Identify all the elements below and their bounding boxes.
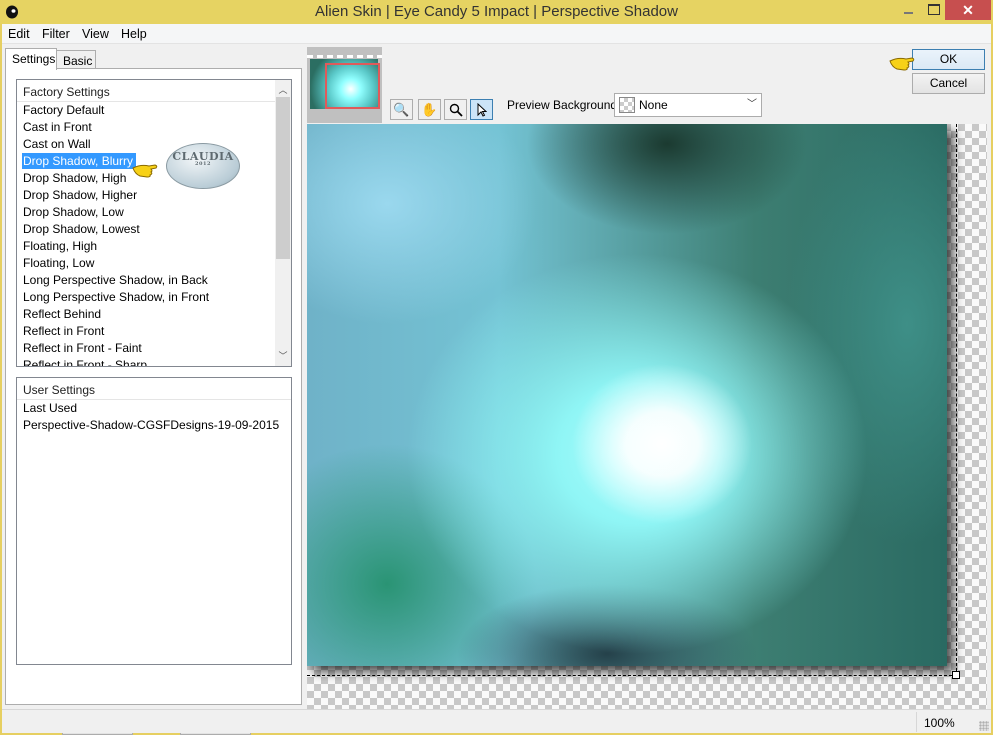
magnifier-paint-icon: 🔍 xyxy=(393,101,410,117)
hand-icon: ✋ xyxy=(421,101,438,117)
cancel-button[interactable]: Cancel xyxy=(912,73,985,94)
factory-setting-label: Drop Shadow, High xyxy=(23,171,127,185)
factory-setting-item[interactable]: Drop Shadow, Low xyxy=(17,204,291,221)
dialog-client: Edit Filter View Help Settings Basic Fac… xyxy=(2,24,991,735)
factory-setting-label: Reflect in Front - Sharp xyxy=(23,358,148,367)
user-setting-item[interactable]: Perspective-Shadow-CGSFDesigns-19-09-201… xyxy=(17,417,291,434)
zoom-level: 100% xyxy=(924,716,955,730)
magnifier-icon xyxy=(449,103,463,117)
scroll-thumb[interactable] xyxy=(276,97,290,259)
resize-grip-icon[interactable] xyxy=(979,721,989,731)
menu-help[interactable]: Help xyxy=(121,27,147,41)
factory-setting-item[interactable]: Long Perspective Shadow, in Front xyxy=(17,289,291,306)
resize-handle[interactable] xyxy=(952,671,960,679)
factory-settings-list[interactable]: Factory Settings Factory Default Cast in … xyxy=(16,79,292,367)
factory-setting-item[interactable]: Reflect Behind xyxy=(17,306,291,323)
factory-setting-item[interactable]: Reflect in Front xyxy=(17,323,291,340)
scroll-up-icon[interactable]: ︿ xyxy=(275,82,291,98)
factory-setting-item[interactable]: Long Perspective Shadow, in Back xyxy=(17,272,291,289)
factory-setting-label: Reflect in Front xyxy=(23,324,105,338)
settings-panel: Factory Settings Factory Default Cast in … xyxy=(5,68,302,735)
factory-setting-label: Cast on Wall xyxy=(23,137,91,151)
factory-setting-label: Drop Shadow, Lowest xyxy=(23,222,140,236)
layer-bounds xyxy=(307,124,957,676)
user-setting-item[interactable]: Last Used xyxy=(17,400,291,417)
factory-setting-label: Drop Shadow, Higher xyxy=(23,188,138,202)
factory-setting-label: Long Perspective Shadow, in Back xyxy=(23,273,208,287)
pointing-hand-icon xyxy=(132,164,158,178)
factory-setting-item[interactable]: Cast in Front xyxy=(17,119,291,136)
factory-setting-item[interactable]: Floating, High xyxy=(17,238,291,255)
chevron-down-icon[interactable]: ﹀ xyxy=(743,94,761,116)
menu-bar: Edit Filter View Help xyxy=(2,24,991,44)
preview-toggle-button[interactable]: 🔍 xyxy=(390,99,413,120)
status-separator xyxy=(916,712,917,732)
transparent-swatch-icon xyxy=(619,97,635,113)
status-bar: 100% xyxy=(2,709,991,733)
factory-setting-label: Cast in Front xyxy=(23,120,92,134)
title-bar: Alien Skin | Eye Candy 5 Impact | Perspe… xyxy=(0,0,993,24)
user-settings-header: User Settings xyxy=(17,378,291,400)
tab-settings[interactable]: Settings xyxy=(5,48,57,70)
user-setting-label: Last Used xyxy=(23,401,78,415)
close-button[interactable]: ✕ xyxy=(945,0,991,20)
factory-setting-label: Drop Shadow, Low xyxy=(23,205,124,219)
factory-setting-item[interactable]: Factory Default xyxy=(17,102,291,119)
tab-basic[interactable]: Basic xyxy=(56,50,96,70)
maximize-button[interactable] xyxy=(922,0,946,20)
factory-setting-label: Floating, Low xyxy=(23,256,95,270)
factory-setting-item[interactable]: Cast on Wall xyxy=(17,136,291,153)
preview-canvas[interactable] xyxy=(307,124,987,710)
user-setting-label: Perspective-Shadow-CGSFDesigns-19-09-201… xyxy=(23,418,280,432)
ok-button[interactable]: OK xyxy=(912,49,985,70)
select-tool-button[interactable] xyxy=(470,99,493,120)
factory-setting-item[interactable]: Floating, Low xyxy=(17,255,291,272)
preview-background-label: Preview Background: xyxy=(507,98,621,112)
factory-setting-label: Floating, High xyxy=(23,239,98,253)
menu-filter[interactable]: Filter xyxy=(42,27,70,41)
factory-setting-label: Factory Default xyxy=(23,103,105,117)
factory-setting-label: Long Perspective Shadow, in Front xyxy=(23,290,210,304)
preview-background-select[interactable]: None ﹀ xyxy=(614,93,762,117)
window-title: Alien Skin | Eye Candy 5 Impact | Perspe… xyxy=(315,3,678,20)
factory-setting-label: Reflect in Front - Faint xyxy=(23,341,142,355)
zoom-tool-button[interactable] xyxy=(444,99,467,120)
pointing-hand-icon xyxy=(889,57,915,71)
watermark-logo: CLAUDIA 2012 xyxy=(166,143,240,189)
menu-view[interactable]: View xyxy=(82,27,109,41)
factory-settings-header: Factory Settings xyxy=(17,80,291,102)
factory-setting-item[interactable]: Drop Shadow, Higher xyxy=(17,187,291,204)
arrow-cursor-icon xyxy=(477,102,487,117)
factory-setting-item[interactable]: Drop Shadow, Lowest xyxy=(17,221,291,238)
factory-setting-label: Reflect Behind xyxy=(23,307,102,321)
factory-setting-item[interactable]: Reflect in Front - Sharp xyxy=(17,357,291,367)
navigator-dashes xyxy=(307,55,382,58)
user-settings-list[interactable]: User Settings Last Used Perspective-Shado… xyxy=(16,377,292,665)
scroll-down-icon[interactable]: ﹀ xyxy=(275,348,291,364)
minimize-button[interactable] xyxy=(896,0,922,20)
factory-setting-item[interactable]: Reflect in Front - Faint xyxy=(17,340,291,357)
navigator-thumbnail[interactable] xyxy=(307,47,382,123)
preview-background-value: None xyxy=(639,98,668,112)
factory-setting-label: Drop Shadow, Blurry xyxy=(22,153,137,169)
pan-tool-button[interactable]: ✋ xyxy=(418,99,441,120)
factory-list-scrollbar[interactable]: ︿ ﹀ xyxy=(275,80,291,366)
menu-edit[interactable]: Edit xyxy=(8,27,30,41)
navigator-view-rectangle[interactable] xyxy=(325,63,380,109)
